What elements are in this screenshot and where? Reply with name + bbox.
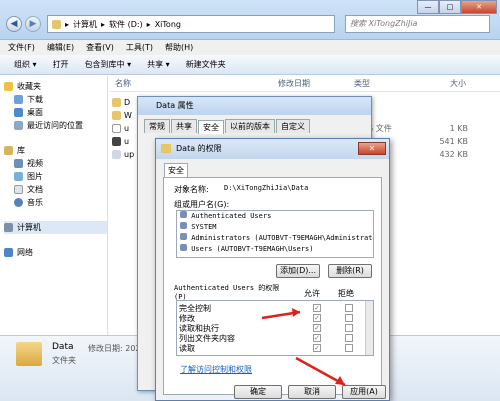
annotation-arrows [261,308,346,387]
arrow-head [292,308,300,317]
